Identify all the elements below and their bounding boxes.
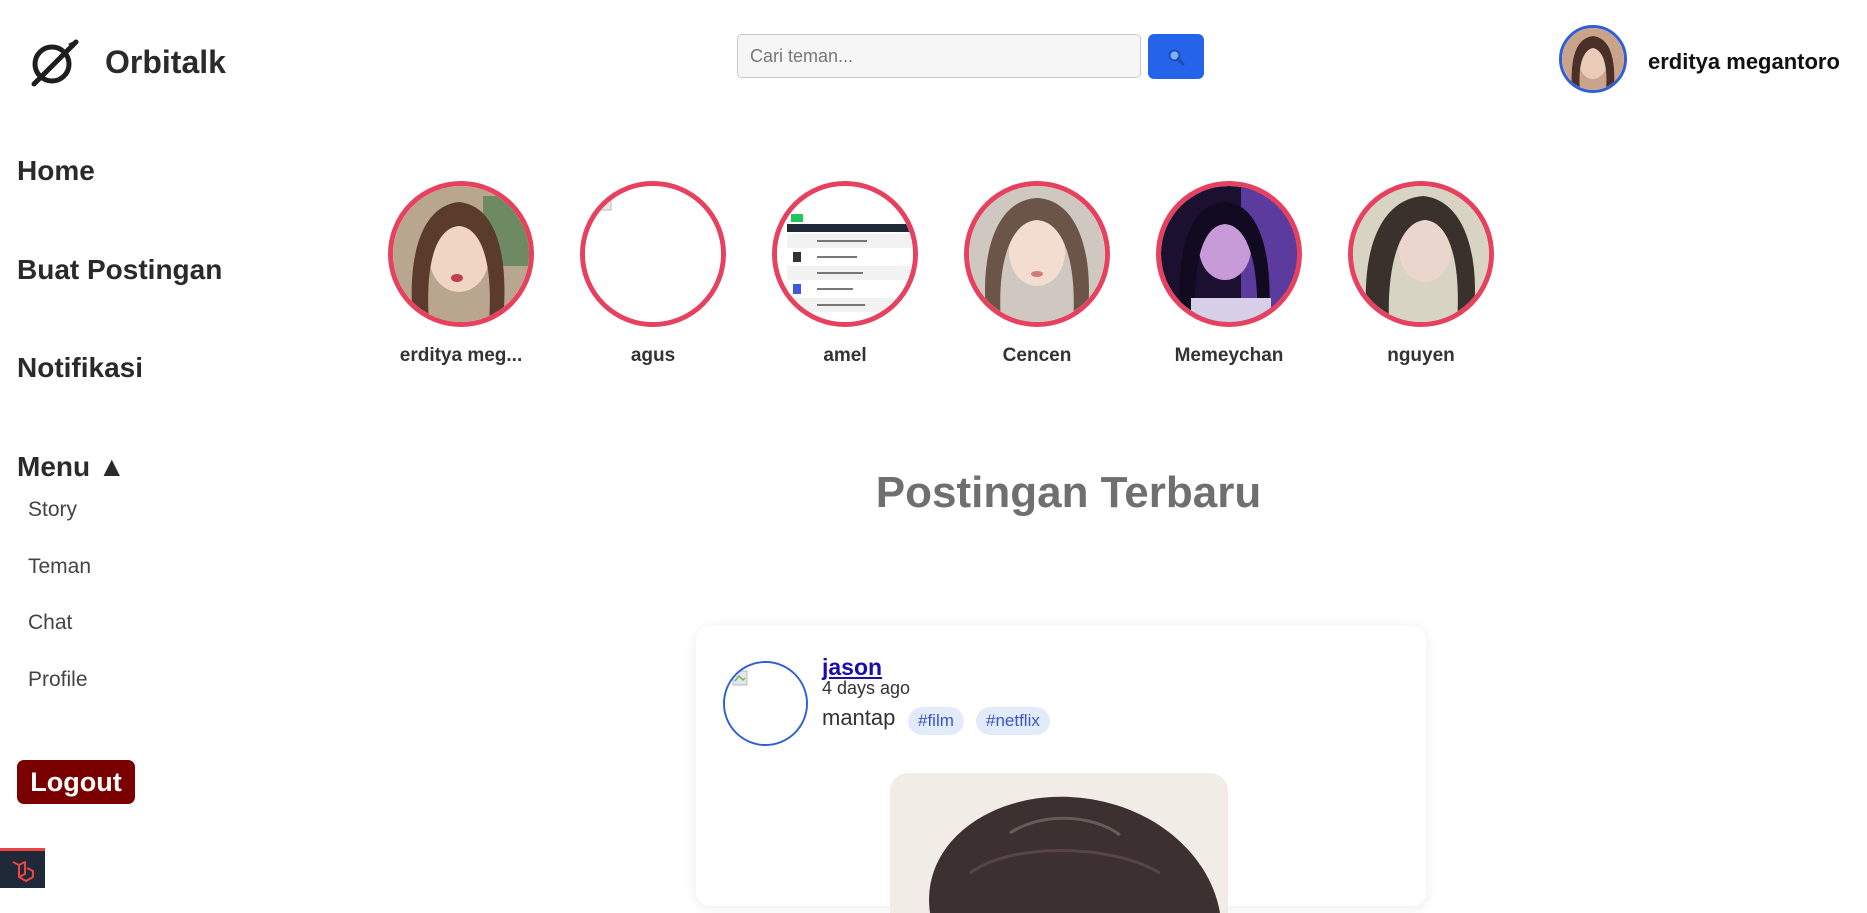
sidebar-item-teman[interactable]: Teman bbox=[28, 555, 91, 579]
story-name: Cencen bbox=[1002, 345, 1072, 366]
story-name: nguyen bbox=[1387, 345, 1455, 366]
story-name: agus bbox=[630, 345, 676, 366]
story-thumbnail[interactable] bbox=[772, 181, 918, 327]
story-item[interactable]: erditya meg... bbox=[388, 181, 534, 367]
sidebar-item-buat-postingan[interactable]: Buat Postingan bbox=[17, 254, 222, 286]
story-item[interactable]: Cencen bbox=[964, 181, 1110, 367]
search-button[interactable] bbox=[1148, 34, 1204, 79]
user-avatar[interactable] bbox=[1559, 25, 1627, 93]
app-logo[interactable] bbox=[28, 36, 80, 88]
post-tag[interactable]: #film bbox=[908, 707, 964, 735]
post-image[interactable] bbox=[890, 773, 1228, 913]
sidebar-menu-toggle[interactable]: Menu ▲ bbox=[17, 451, 126, 483]
story-thumbnail[interactable] bbox=[580, 181, 726, 327]
story-item[interactable]: nguyen bbox=[1348, 181, 1494, 367]
story-name: erditya meg... bbox=[399, 345, 523, 366]
post-card: jason 4 days ago mantap #film #netflix bbox=[696, 626, 1426, 913]
logout-button[interactable]: Logout bbox=[17, 760, 135, 804]
story-thumbnail[interactable] bbox=[1156, 181, 1302, 327]
orbit-slash-logo-icon bbox=[31, 39, 79, 87]
section-title: Postingan Terbaru bbox=[875, 468, 1262, 517]
search-input[interactable] bbox=[737, 34, 1141, 78]
sidebar-item-story[interactable]: Story bbox=[28, 498, 77, 522]
story-thumbnail[interactable] bbox=[964, 181, 1110, 327]
sidebar-item-profile[interactable]: Profile bbox=[28, 668, 88, 692]
sidebar-item-home[interactable]: Home bbox=[17, 155, 95, 187]
post-tag[interactable]: #netflix bbox=[976, 707, 1050, 735]
post-author-link[interactable]: jason bbox=[822, 654, 882, 681]
post-author-avatar[interactable] bbox=[723, 661, 808, 746]
sidebar-item-chat[interactable]: Chat bbox=[28, 611, 72, 635]
story-name: Memeychan bbox=[1174, 345, 1284, 366]
user-name[interactable]: erditya megantoro bbox=[1648, 49, 1840, 75]
story-item[interactable]: agus bbox=[580, 181, 726, 367]
laravel-debug-badge[interactable] bbox=[0, 848, 45, 888]
story-item[interactable]: Memeychan bbox=[1156, 181, 1302, 367]
story-thumbnail[interactable] bbox=[388, 181, 534, 327]
story-name: amel bbox=[823, 345, 867, 366]
post-timestamp: 4 days ago bbox=[822, 678, 911, 698]
story-thumbnail[interactable] bbox=[1348, 181, 1494, 327]
sidebar-item-notifikasi[interactable]: Notifikasi bbox=[17, 352, 143, 384]
post-text: mantap bbox=[822, 705, 896, 730]
search-icon bbox=[1168, 49, 1185, 65]
story-item[interactable]: amel bbox=[772, 181, 918, 367]
laravel-icon bbox=[12, 860, 34, 882]
app-title: Orbitalk bbox=[105, 44, 226, 80]
